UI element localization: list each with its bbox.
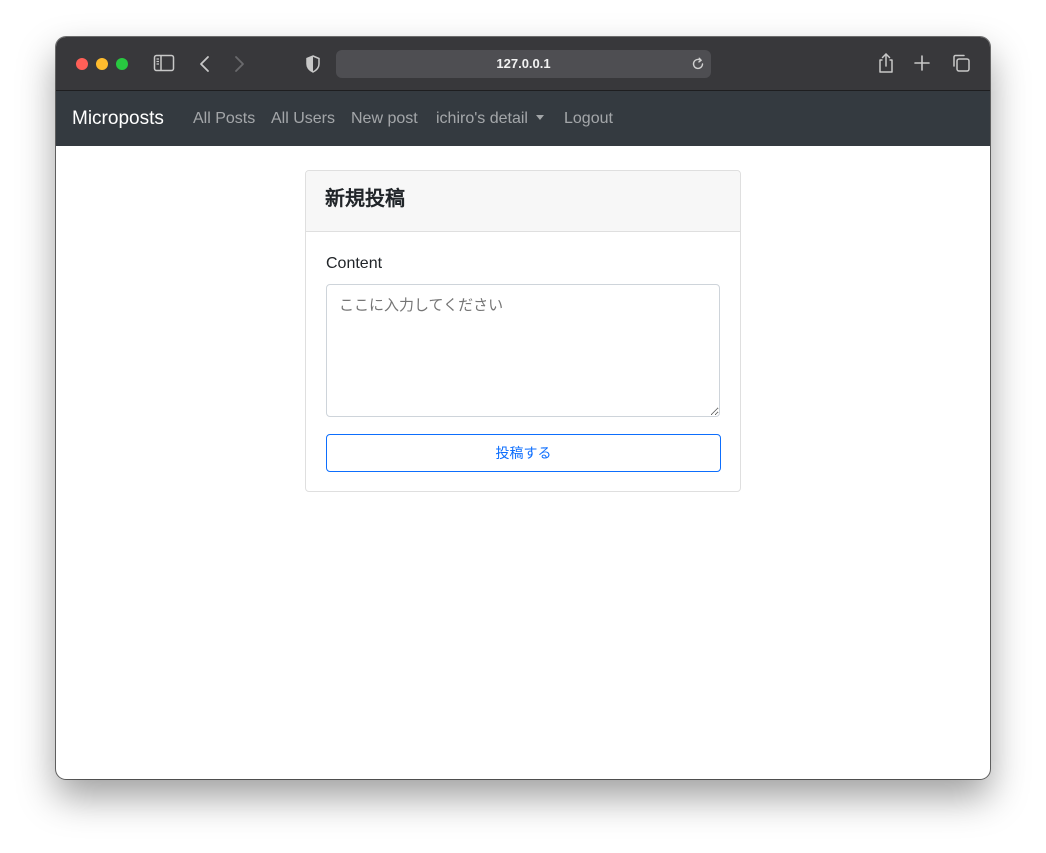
nav-link-new-post[interactable]: New post: [351, 91, 418, 146]
zoom-window-button[interactable]: [116, 58, 128, 70]
dropdown-caret-icon: [535, 115, 544, 120]
browser-toolbar: 127.0.0.1: [56, 37, 990, 91]
reload-icon[interactable]: [691, 57, 705, 71]
browser-window: 127.0.0.1 Microposts All Posts All Users…: [56, 37, 990, 779]
nav-link-logout[interactable]: Logout: [564, 91, 613, 146]
nav-link-all-posts[interactable]: All Posts: [193, 91, 255, 146]
back-icon[interactable]: [197, 54, 213, 74]
new-post-card: 新規投稿 Content 投稿する: [305, 170, 741, 492]
shield-icon[interactable]: [305, 54, 321, 74]
navbar-brand[interactable]: Microposts: [72, 91, 164, 146]
share-icon[interactable]: [876, 52, 896, 74]
site-navbar: Microposts All Posts All Users New post …: [56, 91, 990, 146]
close-window-button[interactable]: [76, 58, 88, 70]
forward-icon[interactable]: [231, 54, 247, 74]
nav-dropdown-user-detail[interactable]: ichiro's detail: [436, 91, 544, 146]
url-text[interactable]: 127.0.0.1: [336, 50, 711, 78]
card-title: 新規投稿: [325, 188, 405, 210]
nav-dropdown-label: ichiro's detail: [436, 110, 528, 127]
content-textarea[interactable]: [326, 284, 720, 417]
nav-link-all-users[interactable]: All Users: [271, 91, 335, 146]
address-bar[interactable]: 127.0.0.1: [336, 50, 711, 78]
tabs-overview-icon[interactable]: [951, 53, 971, 73]
minimize-window-button[interactable]: [96, 58, 108, 70]
sidebar-icon[interactable]: [153, 54, 175, 72]
new-tab-icon[interactable]: [913, 54, 931, 72]
card-header: 新規投稿: [306, 171, 740, 232]
content-label: Content: [326, 255, 383, 272]
submit-button[interactable]: 投稿する: [326, 434, 721, 472]
